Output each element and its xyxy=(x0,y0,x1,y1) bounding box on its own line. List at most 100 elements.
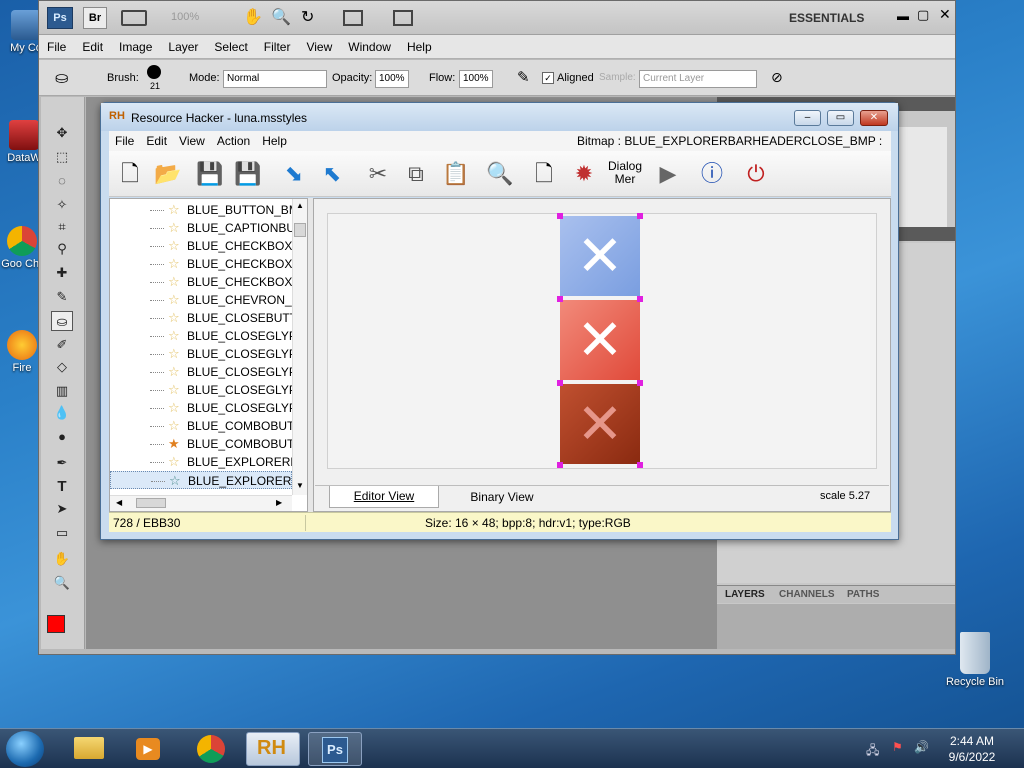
play-icon[interactable]: ▶ xyxy=(653,159,683,189)
maximize-icon[interactable]: ▢ xyxy=(917,7,929,23)
tree-item[interactable]: ★ BLUE_COMBOBUTT xyxy=(110,435,292,453)
tree-item[interactable]: ☆ BLUE_CHECKBOX2 xyxy=(110,273,292,291)
shape-tool-icon[interactable]: ▭ xyxy=(51,523,73,543)
gradient-tool-icon[interactable]: ▥ xyxy=(51,381,73,401)
taskbar-resource-hacker[interactable]: RH xyxy=(246,732,300,766)
tree-item[interactable]: ☆BLUE_CLOSEGLYPH xyxy=(110,381,292,399)
ps-badge[interactable]: Ps xyxy=(47,7,73,29)
tree-item[interactable]: ☆BLUE_CLOSEGLYPH xyxy=(110,345,292,363)
bitmap-frame-pressed[interactable]: ✕ xyxy=(560,384,640,464)
menu-view[interactable]: View xyxy=(173,131,211,151)
bitmap-frame-hover[interactable]: ✕ xyxy=(560,300,640,380)
clone-stamp-tool-icon[interactable]: ⛀ xyxy=(51,311,73,331)
clock[interactable]: 2:44 AM 9/6/2022 xyxy=(942,733,1002,765)
selection-handle[interactable] xyxy=(557,296,563,302)
screen-mode-icon[interactable] xyxy=(121,10,147,26)
pen-tool-icon[interactable]: ✒ xyxy=(51,453,73,473)
tree-item-selected[interactable]: ☆BLUE_EXPLORERBA xyxy=(110,471,292,489)
tree-item[interactable]: ☆BLUE_CLOSEGLYPH xyxy=(110,399,292,417)
lasso-tool-icon[interactable]: ◌ xyxy=(51,171,73,191)
menu-select[interactable]: Select xyxy=(206,35,255,59)
eyedropper-tool-icon[interactable]: ⚲ xyxy=(51,239,73,259)
bitmap-frame-normal[interactable]: ✕ xyxy=(560,216,640,296)
save-as-icon[interactable]: 💾 xyxy=(233,159,263,189)
tree-item[interactable]: ☆ BLUE_BUTTON_BM xyxy=(110,201,292,219)
ignore-adjustment-layers-icon[interactable]: ⊘ xyxy=(771,69,783,86)
tree-item[interactable]: ☆ BLUE_CHECKBOX1 xyxy=(110,237,292,255)
menu-help[interactable]: Help xyxy=(256,131,293,151)
airbrush-icon[interactable]: ✎ xyxy=(517,68,530,86)
bridge-button[interactable]: Br xyxy=(83,7,107,29)
clone-stamp-tool-icon[interactable]: ⛀ xyxy=(55,68,68,88)
menu-edit[interactable]: Edit xyxy=(140,131,173,151)
tree-item[interactable]: ☆BLUE_EXPLORERBA xyxy=(110,453,292,471)
menu-action[interactable]: Action xyxy=(211,131,256,151)
tree-item[interactable]: ☆ BLUE_COMBOBUTT xyxy=(110,417,292,435)
menu-edit[interactable]: Edit xyxy=(74,35,111,59)
tab-layers[interactable]: LAYERS xyxy=(725,589,765,600)
exit-power-icon[interactable]: ⏻ xyxy=(741,159,771,189)
maximize-icon[interactable]: ▭ xyxy=(827,110,854,126)
scroll-thumb[interactable] xyxy=(136,498,166,508)
menu-help[interactable]: Help xyxy=(399,35,440,59)
minimize-icon[interactable]: ▬ xyxy=(897,9,909,23)
menu-file[interactable]: File xyxy=(109,131,140,151)
quick-selection-tool-icon[interactable]: ✧ xyxy=(51,195,73,215)
menu-view[interactable]: View xyxy=(298,35,340,59)
minimize-icon[interactable]: ‒ xyxy=(794,110,821,126)
marquee-tool-icon[interactable]: ⬚ xyxy=(51,147,73,167)
type-tool-icon[interactable]: T xyxy=(51,477,73,497)
workspace-switcher[interactable]: ESSENTIALS xyxy=(789,11,864,25)
cut-icon[interactable]: ✂ xyxy=(363,159,393,189)
selection-handle[interactable] xyxy=(637,380,643,386)
sample-dropdown[interactable]: Current Layer xyxy=(639,70,757,88)
save-icon[interactable]: 💾 xyxy=(195,159,225,189)
rotate-view-icon[interactable]: ↻ xyxy=(301,7,314,27)
selection-handle[interactable] xyxy=(637,462,643,468)
zoom-tool-icon[interactable]: 🔍 xyxy=(51,573,73,593)
close-icon[interactable]: ✕ xyxy=(939,6,951,23)
tab-channels[interactable]: CHANNELS xyxy=(779,589,835,600)
arrange-documents-icon[interactable] xyxy=(343,10,363,26)
eraser-tool-icon[interactable]: ◇ xyxy=(51,357,73,377)
open-file-icon[interactable]: 📂 xyxy=(153,159,183,189)
menu-layer[interactable]: Layer xyxy=(160,35,206,59)
screen-mode-menu-icon[interactable] xyxy=(393,10,413,26)
network-icon[interactable]: 🖧 xyxy=(866,741,879,762)
scroll-up-icon[interactable]: ▲ xyxy=(296,201,304,210)
brush-tool-icon[interactable]: ✎ xyxy=(51,287,73,307)
zoom-icon[interactable]: 🔍 xyxy=(271,7,291,27)
dialog-menu-editor-button[interactable]: Dialog Mer xyxy=(607,160,643,186)
scroll-left-icon[interactable]: ◀ xyxy=(116,498,122,507)
mode-dropdown[interactable]: Normal xyxy=(223,70,327,88)
path-selection-tool-icon[interactable]: ➤ xyxy=(51,499,73,519)
tree-item[interactable]: ☆ BLUE_CHECKBOX1 xyxy=(110,255,292,273)
new-file-icon[interactable]: 🗋 xyxy=(115,159,145,189)
tab-paths[interactable]: PATHS xyxy=(847,589,879,600)
vertical-scrollbar[interactable]: ▲ ▼ xyxy=(292,199,307,495)
search-icon[interactable]: 🔍 xyxy=(485,159,515,189)
horizontal-scrollbar[interactable]: ◀ ▶ xyxy=(110,495,292,511)
selection-handle[interactable] xyxy=(557,213,563,219)
volume-icon[interactable]: 🔊 xyxy=(914,740,929,754)
taskbar-explorer[interactable] xyxy=(62,732,116,766)
menu-file[interactable]: File xyxy=(39,35,74,59)
move-tool-icon[interactable]: ✥ xyxy=(51,123,73,143)
tree-item[interactable]: ☆ BLUE_CHEVRON_B xyxy=(110,291,292,309)
go-to-icon[interactable]: ⬉ xyxy=(317,159,347,189)
menu-filter[interactable]: Filter xyxy=(256,35,299,59)
crop-tool-icon[interactable]: ⌗ xyxy=(51,217,73,237)
compile-icon[interactable]: ⬊ xyxy=(279,159,309,189)
tree-item[interactable]: ☆BLUE_CLOSEGLYPH xyxy=(110,327,292,345)
info-icon[interactable]: ⓘ xyxy=(697,159,727,189)
start-button[interactable] xyxy=(6,731,44,767)
copy-icon[interactable]: ⧉ xyxy=(401,159,431,189)
add-resource-icon[interactable]: 🗋 xyxy=(529,159,559,189)
scroll-right-icon[interactable]: ▶ xyxy=(276,498,282,507)
selection-handle[interactable] xyxy=(637,296,643,302)
flow-field[interactable]: 100% xyxy=(459,70,493,88)
tree-item[interactable]: ☆ BLUE_CAPTIONBU xyxy=(110,219,292,237)
add-image-icon[interactable]: ✹ xyxy=(569,159,599,189)
tree-item[interactable]: ☆ BLUE_CLOSEBUTT xyxy=(110,309,292,327)
taskbar-chrome[interactable] xyxy=(184,732,238,766)
